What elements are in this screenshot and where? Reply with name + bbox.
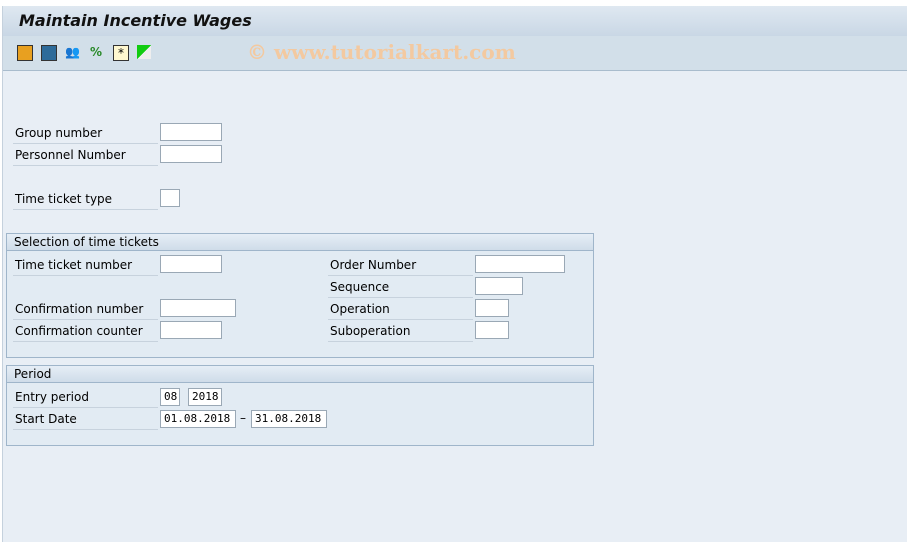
confirmation-number-input[interactable] [160,299,236,317]
personnel-number-input[interactable] [160,145,222,163]
start-date-label: Start Date [13,409,158,430]
order-number-input[interactable] [475,255,565,273]
selection-group-title: Selection of time tickets [7,234,593,251]
start-date-to-input[interactable]: 31.08.2018 [251,410,327,428]
variant-icon[interactable] [137,45,151,59]
suboperation-input[interactable] [475,321,509,339]
group-number-label: Group number [13,123,158,144]
sequence-label: Sequence [328,277,473,298]
persons-icon[interactable]: 👥 [65,45,80,59]
entry-period-label: Entry period [13,387,158,408]
confirmation-number-label: Confirmation number [13,299,158,320]
sequence-input[interactable] [475,277,523,295]
entry-period-month-input[interactable]: 08 [160,388,180,406]
watermark: © www.tutorialkart.com [247,40,516,64]
start-date-from-input[interactable]: 01.08.2018 [160,410,236,428]
operation-input[interactable] [475,299,509,317]
entry-period-year-input[interactable]: 2018 [188,388,222,406]
execute-icon[interactable] [17,45,33,61]
personnel-number-label: Personnel Number [13,145,158,166]
toolbar: 👥 % * © www.tutorialkart.com [3,36,907,71]
percent-icon[interactable]: % [89,45,103,59]
time-ticket-type-input[interactable] [160,189,180,207]
time-ticket-type-label: Time ticket type [13,189,158,210]
time-ticket-number-label: Time ticket number [13,255,158,276]
operation-label: Operation [328,299,473,320]
new-entry-icon[interactable]: * [113,45,129,61]
confirmation-counter-label: Confirmation counter [13,321,158,342]
confirmation-counter-input[interactable] [160,321,222,339]
title-bar: Maintain Incentive Wages [3,6,907,36]
order-number-label: Order Number [328,255,473,276]
page-title: Maintain Incentive Wages [19,11,252,30]
group-number-input[interactable] [160,123,222,141]
layout-icon[interactable] [41,45,57,61]
time-ticket-number-input[interactable] [160,255,222,273]
date-range-separator: – [240,411,246,425]
suboperation-label: Suboperation [328,321,473,342]
period-group-title: Period [7,366,593,383]
